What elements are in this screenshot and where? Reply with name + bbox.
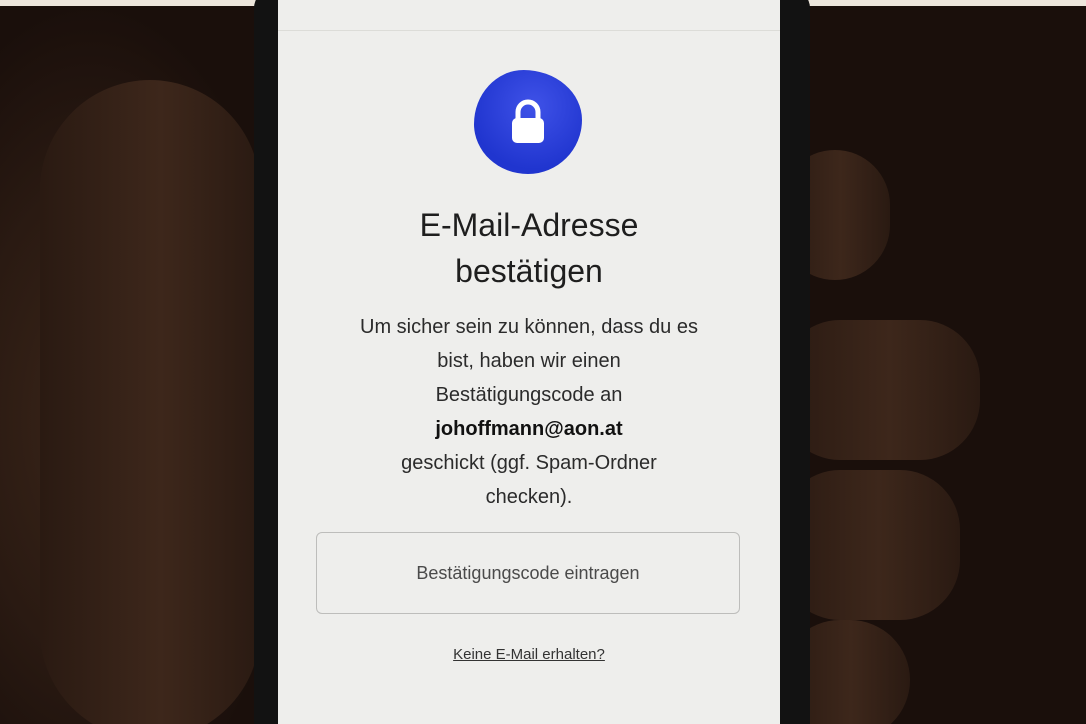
photo-scene: E-Mail-Adresse bestätigen Um sicher sein…: [0, 0, 1086, 724]
description: Um sicher sein zu können, dass du es bis…: [308, 310, 750, 514]
phone-screen: E-Mail-Adresse bestätigen Um sicher sein…: [278, 0, 780, 724]
description-line: geschickt (ggf. Spam-Ordner: [401, 452, 657, 474]
finger-shape: [780, 320, 980, 460]
page-title: E-Mail-Adresse bestätigen: [278, 202, 780, 294]
header-divider: [278, 30, 780, 31]
lock-badge: [474, 70, 582, 174]
description-line: bist, haben wir einen: [437, 350, 621, 372]
description-line: Um sicher sein zu können, dass du es: [360, 316, 698, 338]
email-address: johoffmann@aon.at: [435, 418, 623, 440]
lock-icon: [512, 99, 544, 143]
resend-email-link[interactable]: Keine E-Mail erhalten?: [278, 646, 780, 663]
description-line: checken).: [485, 486, 573, 508]
verification-code-input[interactable]: [316, 532, 740, 614]
description-line: Bestätigungscode an: [435, 384, 623, 406]
title-line: E-Mail-Adresse: [419, 207, 639, 243]
finger-shape: [40, 80, 260, 724]
title-line: bestätigen: [455, 253, 603, 289]
